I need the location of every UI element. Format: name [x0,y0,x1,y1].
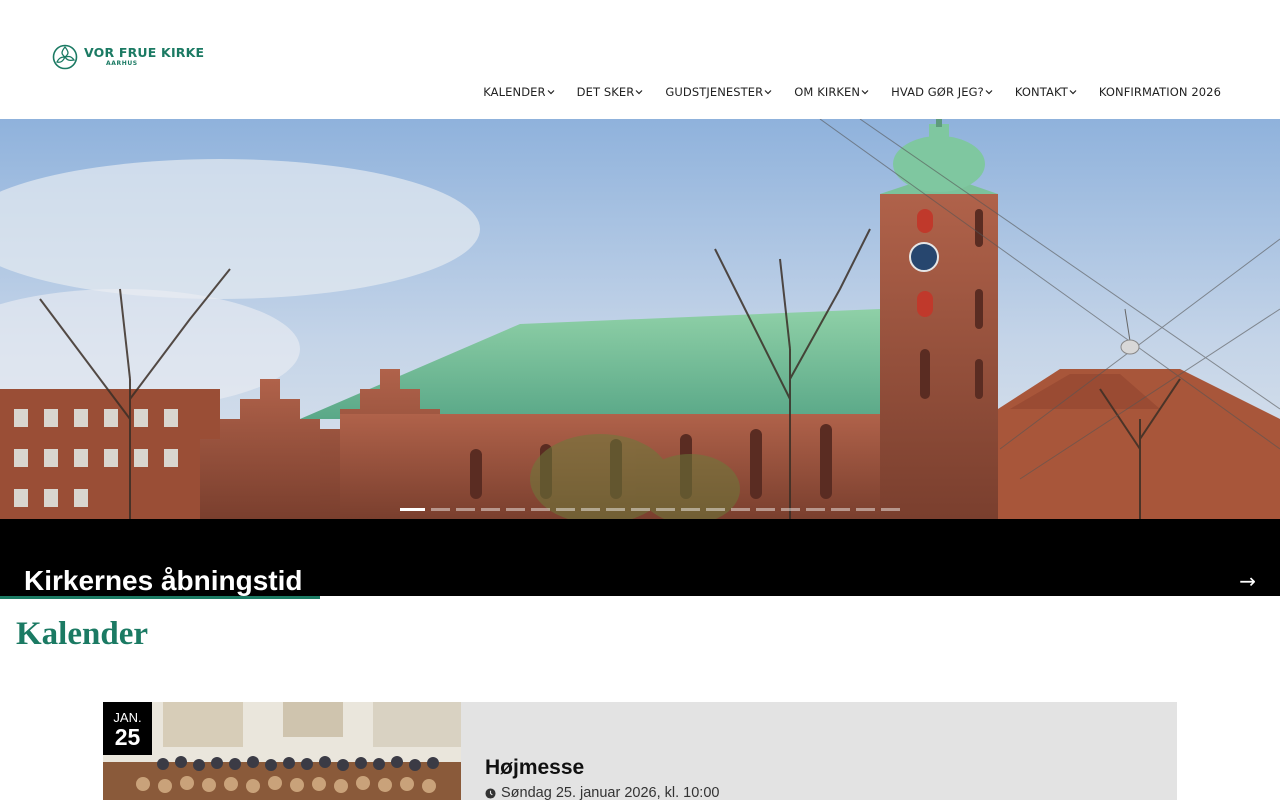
nav-item-det-sker[interactable]: DET SKER [566,85,655,99]
event-image: JAN. 25 [103,702,461,800]
nav-item-om-kirken[interactable]: OM KIRKEN [783,85,880,99]
chevron-down-icon [547,90,555,95]
slider-dot[interactable] [606,508,625,511]
slider-dot[interactable] [531,508,550,511]
clock-icon [485,787,496,799]
chevron-down-icon [861,90,869,95]
slider-dot[interactable] [681,508,700,511]
slider-dot[interactable] [831,508,850,511]
arrow-right-icon[interactable]: → [1239,569,1256,593]
nav-item-label: GUDSTJENESTER [665,85,764,99]
chevron-down-icon [1069,90,1077,95]
event-time: Søndag 25. januar 2026, kl. 10:00 [501,785,720,800]
nav-item-kalender[interactable]: KALENDER [472,85,565,99]
calendar-section-title: Kalender [16,616,148,652]
slider-dot[interactable] [881,508,900,511]
slider-dot[interactable] [431,508,450,511]
slider-dot[interactable] [806,508,825,511]
nav-item-label: OM KIRKEN [794,85,861,99]
slider-dot[interactable] [581,508,600,511]
nav-item-gudstjenester[interactable]: GUDSTJENESTER [654,85,783,99]
main-navigation: KALENDER DET SKER GUDSTJENESTER OM KIRKE… [472,85,1221,99]
event-details: Højmesse Søndag 25. januar 2026, kl. 10:… [461,702,719,800]
event-day: 25 [114,724,141,750]
chevron-down-icon [764,90,772,95]
hero-church-image [0,119,1280,519]
slider-dot[interactable] [756,508,775,511]
banner-title: Kirkernes åbningstid [24,565,303,596]
event-time-row: Søndag 25. januar 2026, kl. 10:00 [485,785,719,800]
banner-accent-line [0,596,320,599]
slider-dot[interactable] [481,508,500,511]
nav-item-kontakt[interactable]: KONTAKT [1004,85,1088,99]
slider-pagination [400,508,900,511]
hero-slider[interactable] [0,119,1280,519]
nav-item-label: DET SKER [576,85,635,99]
slider-dot[interactable] [556,508,575,511]
event-date-badge: JAN. 25 [103,702,152,755]
nav-item-label: KONTAKT [1014,85,1068,99]
site-logo[interactable]: VOR FRUE KIRKE AARHUS [52,44,204,70]
congregation-photo [103,702,461,800]
site-header: VOR FRUE KIRKE AARHUS KALENDER DET SKER … [0,0,1280,119]
opening-hours-banner[interactable]: Kirkernes åbningstid → [0,519,1280,596]
logo-name: VOR FRUE KIRKE [84,45,205,61]
slider-dot[interactable] [781,508,800,511]
nav-item-label: HVAD GØR JEG? [891,85,984,99]
nav-item-label: KALENDER [483,85,546,99]
slider-dot[interactable] [400,508,425,511]
event-title[interactable]: Højmesse [485,756,719,780]
nav-item-hvad-goer-jeg[interactable]: HVAD GØR JEG? [880,85,1004,99]
slider-dot[interactable] [656,508,675,511]
slider-dot[interactable] [456,508,475,511]
slider-dot[interactable] [506,508,525,511]
chevron-down-icon [635,90,643,95]
slider-dot[interactable] [731,508,750,511]
slider-dot[interactable] [856,508,875,511]
church-logo-icon [52,44,78,70]
slider-dot[interactable] [631,508,650,511]
event-card[interactable]: JAN. 25 Højmesse Søndag 25. januar 2026,… [103,702,1177,800]
chevron-down-icon [985,90,993,95]
slider-dot[interactable] [706,508,725,511]
nav-item-konfirmation[interactable]: KONFIRMATION 2026 [1088,85,1221,99]
nav-item-label: KONFIRMATION 2026 [1098,85,1221,99]
logo-city: AARHUS [106,59,138,67]
event-month: JAN. [113,710,142,725]
